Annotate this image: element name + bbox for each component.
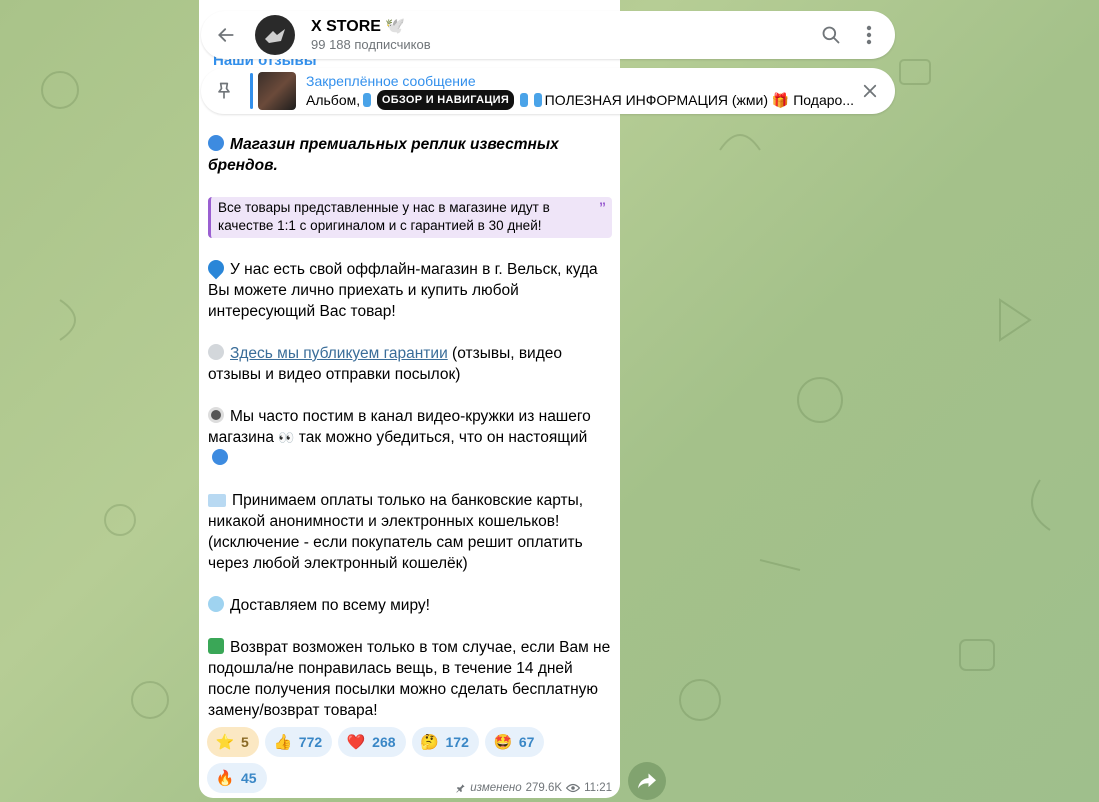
reaction-star[interactable]: ⭐ 5 <box>207 727 259 757</box>
edited-label: изменено <box>470 782 522 794</box>
reaction-thumbs-up[interactable]: 👍 772 <box>264 727 333 757</box>
message-text: Магазин премиальных реплик известных бре… <box>204 134 612 721</box>
message-bubble: Наши отзывы Магазин премиальных реплик и… <box>199 0 620 798</box>
close-pinned-button[interactable] <box>859 80 881 102</box>
message-time: 11:21 <box>584 782 612 794</box>
eyes-icon: 👀 <box>278 430 295 445</box>
recycle-icon <box>208 638 224 654</box>
thumbs-up-icon: 👍 <box>273 734 293 751</box>
views-count: 279.6K <box>525 782 563 794</box>
guarantee-paragraph: Здесь мы публикуем гарантии (отзывы, вид… <box>208 344 562 383</box>
chat-header: X STORE 🕊️ 99 188 подписчиков <box>201 11 895 59</box>
star-icon: ⭐ <box>215 734 235 751</box>
info-icon <box>533 93 542 107</box>
back-button[interactable] <box>215 24 237 46</box>
more-vertical-icon <box>866 25 872 45</box>
arrow-left-icon <box>218 28 234 42</box>
search-icon <box>822 26 840 44</box>
quote-block: Все товары представленные у нас в магази… <box>208 197 612 238</box>
channel-name: X STORE 🕊️ <box>311 18 406 35</box>
more-button[interactable] <box>857 23 881 47</box>
returns-paragraph: Возврат возможен только в том случае, ес… <box>208 638 611 719</box>
pinned-preview: Альбом, ОБЗОР И НАВИГАЦИЯ ПОЛЕЗНАЯ ИНФОР… <box>306 90 854 110</box>
credit-card-icon <box>208 494 226 507</box>
video-paragraph: Мы часто постим в канал видео-кружки из … <box>208 406 612 469</box>
guarantee-link[interactable]: Здесь мы публикуем гарантии <box>230 345 448 362</box>
delivery-paragraph: Доставляем по всему миру! <box>208 595 612 616</box>
pinned-indicator <box>250 73 253 109</box>
message-headline: Магазин премиальных реплик известных бре… <box>208 135 559 174</box>
message-meta: изменено 279.6K 11:21 <box>455 782 612 794</box>
thinking-face-icon: 🤔 <box>420 734 439 751</box>
channel-info[interactable]: X STORE 🕊️ 99 188 подписчиков <box>311 17 431 53</box>
reaction-fire[interactable]: 🔥 45 <box>207 763 267 793</box>
pinned-content: Закреплённое сообщение Альбом, ОБЗОР И Н… <box>306 72 854 110</box>
avatar[interactable] <box>255 15 295 55</box>
location-pin-icon <box>204 256 228 280</box>
pin-small-icon <box>456 783 465 793</box>
reaction-thinking[interactable]: 🤔 172 <box>411 727 479 757</box>
pinned-title: Закреплённое сообщение <box>306 73 476 89</box>
pinned-list-button[interactable] <box>213 80 235 102</box>
down-arrow-icon <box>520 93 528 107</box>
heart-icon: ❤️ <box>346 734 366 751</box>
pinned-message-bar[interactable]: Закреплённое сообщение Альбом, ОБЗОР И Н… <box>201 68 895 114</box>
fire-icon: 🔥 <box>215 770 235 787</box>
subscriber-count: 99 188 подписчиков <box>311 37 431 52</box>
search-button[interactable] <box>819 23 843 47</box>
channel-logo-icon <box>265 29 285 43</box>
down-arrow-icon <box>363 93 371 107</box>
offline-store-paragraph: У нас есть свой оффлайн-магазин в г. Вел… <box>204 256 612 322</box>
eye-icon <box>566 783 581 793</box>
speech-bubble-icon <box>208 344 224 360</box>
reaction-heart[interactable]: ❤️ 268 <box>338 727 406 757</box>
record-icon <box>208 407 224 423</box>
pinned-thumbnail <box>258 72 296 110</box>
pinned-badge: ОБЗОР И НАВИГАЦИЯ <box>376 90 515 110</box>
pin-icon <box>218 82 230 99</box>
share-button[interactable] <box>628 762 666 800</box>
star-struck-icon: 🤩 <box>493 734 513 751</box>
payment-paragraph: Принимаем оплаты только на банковские ка… <box>208 492 584 572</box>
share-arrow-icon <box>638 773 656 789</box>
quote-icon: ” <box>599 199 606 215</box>
reaction-star-struck[interactable]: 🤩 67 <box>484 727 545 757</box>
close-icon <box>863 84 877 98</box>
verified-icon <box>212 449 228 465</box>
clock-icon <box>208 596 224 612</box>
verified-icon <box>208 135 224 151</box>
